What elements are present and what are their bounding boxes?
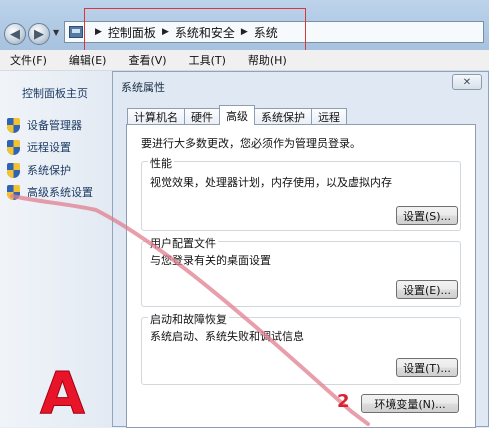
- history-dropdown-icon[interactable]: ▼: [53, 28, 59, 37]
- menu-bar: 文件(F) 编辑(E) 查看(V) 工具(T) 帮助(H): [0, 50, 489, 71]
- menu-view[interactable]: 查看(V): [128, 52, 166, 68]
- menu-tools[interactable]: 工具(T): [189, 52, 226, 68]
- user-profiles-title: 用户配置文件: [148, 235, 218, 251]
- forward-arrow-icon[interactable]: ▶: [28, 23, 50, 45]
- tab-system-protection[interactable]: 系统保护: [254, 108, 312, 125]
- control-panel-icon: [69, 26, 83, 38]
- system-protection-label: 系统保护: [27, 164, 71, 177]
- close-icon[interactable]: ✕: [452, 74, 482, 90]
- tab-hardware[interactable]: 硬件: [184, 108, 220, 125]
- annotation-step-number: 2: [337, 391, 350, 412]
- performance-desc: 视觉效果，处理器计划，内存使用，以及虚拟内存: [150, 176, 392, 189]
- performance-title: 性能: [148, 155, 174, 171]
- uac-shield-icon: [7, 162, 20, 178]
- user-profiles-desc: 与您登录有关的桌面设置: [150, 254, 271, 267]
- startup-recovery-settings-button[interactable]: 设置(T)...: [396, 358, 458, 377]
- startup-recovery-title: 启动和故障恢复: [148, 311, 229, 327]
- tab-computer-name[interactable]: 计算机名: [127, 108, 185, 125]
- startup-recovery-desc: 系统启动、系统失败和调试信息: [150, 330, 304, 343]
- address-bar-area: ◀ ▶ ▼ ▶ 控制面板 ▶ 系统和安全 ▶ 系统: [0, 0, 489, 58]
- startup-recovery-group: 启动和故障恢复 系统启动、系统失败和调试信息 设置(T)...: [141, 311, 461, 385]
- performance-settings-button[interactable]: 设置(S)...: [396, 206, 458, 225]
- device-manager-label: 设备管理器: [27, 119, 82, 132]
- back-arrow-icon[interactable]: ◀: [4, 23, 26, 45]
- uac-shield-icon: [7, 139, 20, 155]
- environment-variables-button[interactable]: 环境变量(N)...: [361, 394, 459, 413]
- dialog-title: 系统属性: [121, 81, 165, 94]
- system-protection-link[interactable]: 系统保护: [7, 162, 71, 178]
- performance-group: 性能 视觉效果，处理器计划，内存使用，以及虚拟内存 设置(S)...: [141, 155, 461, 231]
- uac-shield-icon: [7, 184, 20, 200]
- advanced-system-settings-link[interactable]: 高级系统设置: [7, 184, 93, 200]
- tab-strip: 计算机名 硬件 高级 系统保护 远程: [127, 105, 347, 125]
- remote-settings-label: 远程设置: [27, 141, 71, 154]
- annotation-letter: A: [40, 359, 86, 427]
- menu-edit[interactable]: 编辑(E): [69, 52, 107, 68]
- advanced-system-settings-label: 高级系统设置: [27, 186, 93, 199]
- user-profiles-group: 用户配置文件 与您登录有关的桌面设置 设置(E)...: [141, 235, 461, 307]
- menu-file[interactable]: 文件(F): [10, 52, 47, 68]
- user-profiles-settings-button[interactable]: 设置(E)...: [396, 280, 458, 299]
- uac-shield-icon: [7, 117, 20, 133]
- advanced-tab-panel: 要进行大多数更改，您必须作为管理员登录。 性能 视觉效果，处理器计划，内存使用，…: [126, 124, 476, 428]
- system-properties-dialog: 系统属性 ✕ 计算机名 硬件 高级 系统保护 远程 要进行大多数更改，您必须作为…: [112, 71, 489, 428]
- remote-settings-link[interactable]: 远程设置: [7, 139, 71, 155]
- admin-note: 要进行大多数更改，您必须作为管理员登录。: [141, 137, 361, 150]
- tab-advanced[interactable]: 高级: [219, 105, 255, 125]
- menu-help[interactable]: 帮助(H): [248, 52, 287, 68]
- tab-remote[interactable]: 远程: [311, 108, 347, 125]
- device-manager-link[interactable]: 设备管理器: [7, 117, 82, 133]
- control-panel-home-link[interactable]: 控制面板主页: [22, 85, 88, 101]
